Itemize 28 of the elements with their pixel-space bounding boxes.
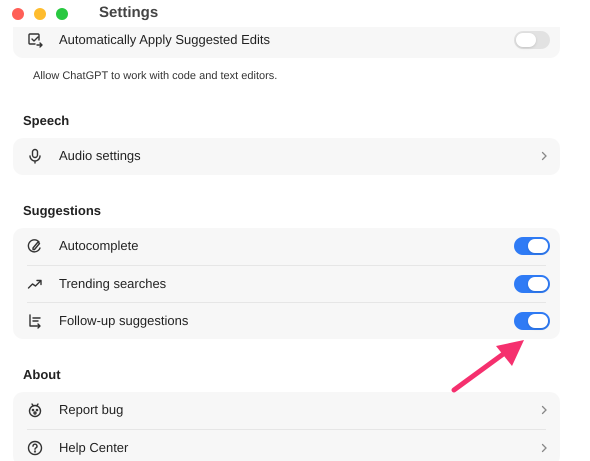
close-button[interactable] bbox=[12, 8, 24, 20]
window-title: Settings bbox=[99, 3, 158, 24]
pen-swirl-icon bbox=[27, 238, 43, 254]
setting-label: Audio settings bbox=[59, 147, 142, 166]
checkbox-arrow-icon bbox=[27, 32, 43, 48]
toggle-switch[interactable] bbox=[514, 30, 550, 48]
setting-label: Automatically Apply Suggested Edits bbox=[59, 30, 272, 49]
section-heading: Suggestions bbox=[23, 202, 102, 218]
minimize-button[interactable] bbox=[34, 8, 46, 20]
setting-label: Follow-up suggestions bbox=[59, 312, 190, 330]
section-caption: Allow ChatGPT to work with code and text editors. bbox=[33, 69, 278, 84]
toggle-switch[interactable] bbox=[514, 312, 550, 330]
setting-label: Autocomplete bbox=[59, 237, 140, 256]
setting-label: Trending searches bbox=[59, 274, 168, 293]
help-icon bbox=[27, 440, 43, 456]
chevron-right-icon bbox=[540, 151, 548, 161]
chevron-right-icon bbox=[540, 442, 548, 452]
microphone-icon bbox=[27, 148, 43, 164]
list-arrow-icon bbox=[27, 312, 43, 328]
section-heading: Speech bbox=[23, 112, 70, 128]
setting-label: Help Center bbox=[59, 438, 130, 457]
chevron-right-icon bbox=[540, 405, 548, 415]
setting-label: Report bug bbox=[59, 401, 124, 420]
section-heading: About bbox=[23, 366, 62, 382]
toggle-switch[interactable] bbox=[514, 237, 550, 255]
zoom-button[interactable] bbox=[56, 8, 68, 20]
toggle-switch[interactable] bbox=[514, 274, 550, 292]
bug-face-icon bbox=[27, 402, 43, 418]
